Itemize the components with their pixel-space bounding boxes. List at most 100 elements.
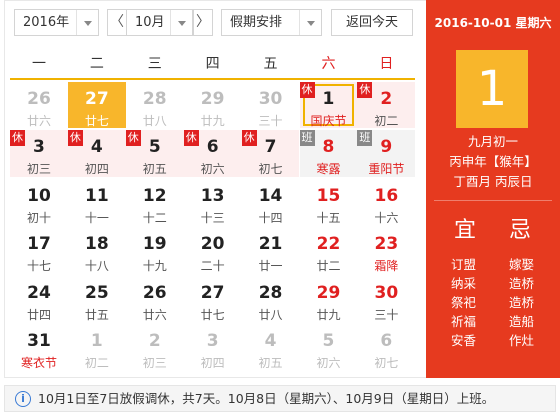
day-cell[interactable]: 18 十八 <box>68 227 126 273</box>
day-cell[interactable]: 21 廿一 <box>242 227 300 273</box>
day-cell[interactable]: 1 初二 <box>68 324 126 370</box>
day-cell[interactable]: 29 廿九 <box>300 276 358 322</box>
day-cell[interactable]: 班 8 寒露 <box>299 130 358 177</box>
day-cell[interactable]: 14 十四 <box>242 179 300 225</box>
back-to-today-button[interactable]: 返回今天 <box>331 9 413 36</box>
lunar-label: 重阳节 <box>368 162 405 177</box>
day-cell[interactable]: 休 5 初五 <box>125 130 184 177</box>
day-cell[interactable]: 28 廿八 <box>242 276 300 322</box>
day-cell[interactable]: 休 6 初六 <box>183 130 242 177</box>
day-number: 20 <box>200 234 225 255</box>
lunar-label: 初五 <box>258 356 283 370</box>
day-cell[interactable]: 3 初四 <box>184 324 242 370</box>
day-number: 14 <box>258 185 283 206</box>
holiday-select-value: 假期安排 <box>230 15 283 30</box>
day-cell[interactable]: 28 廿八 <box>126 82 184 128</box>
day-number: 12 <box>142 185 167 206</box>
day-cell[interactable]: 22 廿二 <box>300 227 358 273</box>
ji-item: 造桥 <box>509 276 535 291</box>
day-number: 11 <box>85 185 109 206</box>
day-cell[interactable]: 29 廿九 <box>184 82 242 128</box>
day-cell[interactable]: 27 廿七 <box>184 276 242 322</box>
day-number: 4 <box>90 137 103 158</box>
lunar-label: 廿四 <box>26 307 51 322</box>
day-cell[interactable]: 13 十三 <box>184 179 242 225</box>
day-cell[interactable]: 班 9 重阳节 <box>357 130 416 177</box>
day-cell[interactable]: 16 十六 <box>357 179 415 225</box>
next-month-button[interactable]: 〉 <box>193 9 213 36</box>
holiday-select[interactable]: 假期安排 <box>221 9 322 36</box>
lunar-label: 霜降 <box>374 259 399 274</box>
day-cell[interactable]: 12 十二 <box>126 179 184 225</box>
day-number: 26 <box>27 89 51 109</box>
day-number: 27 <box>85 89 109 109</box>
day-cell[interactable]: 10 初十 <box>10 179 68 225</box>
lunar-label: 初十 <box>26 210 51 225</box>
lunar-label: 廿八 <box>258 307 283 322</box>
day-cell[interactable]: 20 二十 <box>184 227 242 273</box>
day-cell[interactable]: 26 廿六 <box>10 82 68 128</box>
day-cell[interactable]: 休 1 国庆节 <box>299 82 358 129</box>
weekday-label: 一 <box>31 56 46 72</box>
lunar-label: 廿二 <box>316 259 341 274</box>
panel-divider <box>434 200 552 201</box>
yi-item: 订盟 <box>451 257 477 272</box>
day-cell[interactable]: 2 初三 <box>126 324 184 370</box>
toolbar: 2016年 〈 10月 〉 假期安排 返回今天 <box>0 0 426 44</box>
day-number: 30 <box>374 282 399 303</box>
chevron-down-icon <box>76 10 98 35</box>
day-cell[interactable]: 11 十一 <box>68 179 126 225</box>
lunar-label: 十九 <box>142 259 167 274</box>
day-cell[interactable]: 休 4 初四 <box>67 130 126 177</box>
day-cell[interactable]: 6 初七 <box>357 324 415 370</box>
lunar-label: 廿六 <box>26 114 51 128</box>
calendar-grid: 26 廿六 27 廿七 28 廿八 29 廿九 30 三十休 1 国庆节休 2 初二休 3 初三休 4 初四休 5 初… <box>10 82 416 372</box>
lunar-label: 十三 <box>200 210 225 225</box>
day-cell[interactable]: 17 十七 <box>10 227 68 273</box>
lunar-label: 廿九 <box>200 114 225 128</box>
lunar-label: 廿六 <box>142 307 167 322</box>
day-cell[interactable]: 25 廿五 <box>68 276 126 322</box>
day-number: 10 <box>27 185 51 206</box>
lunar-label: 十四 <box>258 210 283 225</box>
day-cell[interactable]: 31 寒衣节 <box>10 324 68 370</box>
holiday-notice: i 10月1日至7日放假调休，共7天。10月8日（星期六）、10月9日（星期日）… <box>4 385 556 412</box>
month-select-value: 10月 <box>135 15 165 30</box>
day-cell[interactable]: 30 三十 <box>242 82 300 128</box>
day-cell[interactable]: 休 7 初七 <box>241 130 300 177</box>
lunar-label: 寒露 <box>316 162 341 177</box>
lunar-label: 初六 <box>316 356 341 370</box>
month-select[interactable]: 10月 <box>126 9 193 36</box>
lunar-label: 初三 <box>142 356 167 370</box>
lunar-label: 十二 <box>142 210 167 225</box>
day-cell[interactable]: 30 三十 <box>357 276 415 322</box>
day-cell[interactable]: 24 廿四 <box>10 276 68 322</box>
lunar-label: 初七 <box>374 356 399 370</box>
chevron-down-icon <box>170 10 192 35</box>
lunar-label: 初四 <box>84 162 109 177</box>
day-cell[interactable]: 15 十五 <box>300 179 358 225</box>
ji-item: 造船 <box>509 314 535 329</box>
lunar-label: 初五 <box>142 162 167 177</box>
ji-item: 造桥 <box>509 295 535 310</box>
day-cell[interactable]: 休 2 初二 <box>357 82 416 129</box>
day-cell[interactable]: 26 廿六 <box>126 276 184 322</box>
year-select[interactable]: 2016年 <box>14 9 99 36</box>
chevron-down-icon <box>299 10 321 35</box>
selected-day-number: 1 <box>456 50 528 128</box>
day-cell[interactable]: 休 3 初三 <box>10 130 68 177</box>
ganzhi-month-day: 丁酉月 丙辰日 <box>453 174 533 189</box>
holiday-notice-text: 10月1日至7日放假调休，共7天。10月8日（星期六）、10月9日（星期日）上班… <box>38 391 495 406</box>
day-number: 8 <box>322 137 335 158</box>
day-number: 6 <box>206 137 219 158</box>
day-cell[interactable]: 19 十九 <box>126 227 184 273</box>
day-cell[interactable]: 4 初五 <box>242 324 300 370</box>
day-number: 4 <box>264 331 277 351</box>
lunar-label: 廿五 <box>84 307 109 322</box>
day-number: 13 <box>200 185 225 206</box>
day-cell[interactable]: 5 初六 <box>300 324 358 370</box>
day-cell[interactable]: 23 霜降 <box>357 227 415 273</box>
day-cell[interactable]: 27 廿七 <box>67 82 126 129</box>
prev-month-button[interactable]: 〈 <box>107 9 127 36</box>
day-number: 16 <box>374 185 399 206</box>
